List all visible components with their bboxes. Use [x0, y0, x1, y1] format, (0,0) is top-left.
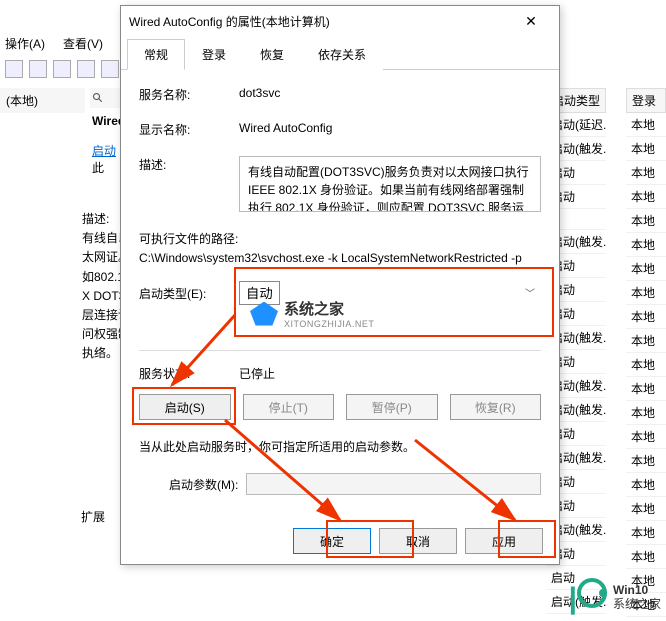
properties-dialog: Wired AutoConfig 的属性(本地计算机) ✕ 常规 登录 恢复 依…	[120, 5, 560, 565]
toolbar-icon[interactable]	[53, 60, 71, 78]
service-status-label: 服务状态:	[139, 365, 239, 382]
start-param-label: 启动参数(M):	[169, 476, 238, 493]
table-row[interactable]: 本地	[626, 257, 666, 281]
startup-type-label: 启动类型(E):	[139, 285, 239, 302]
apply-button[interactable]: 应用	[465, 528, 543, 554]
description-label: 描述:	[139, 156, 239, 212]
table-row[interactable]: 本地	[626, 401, 666, 425]
table-row[interactable]: 本地	[626, 233, 666, 257]
close-icon[interactable]: ✕	[511, 7, 551, 35]
service-name: dot3svc	[239, 86, 541, 103]
table-row[interactable]: 本地	[626, 521, 666, 545]
table-row[interactable]: 本地	[626, 377, 666, 401]
table-row[interactable]: 本地	[626, 473, 666, 497]
mid-panel: (本地) Wired 启动此	[90, 88, 120, 182]
tab-general[interactable]: 常规	[127, 39, 185, 70]
toolbar-icon[interactable]	[77, 60, 95, 78]
left-panel: (本地)	[0, 88, 85, 113]
pause-button: 暂停(P)	[346, 394, 438, 420]
menu-view[interactable]: 查看(V)	[63, 35, 103, 52]
left-panel-header: (本地)	[0, 88, 85, 113]
dialog-title: Wired AutoConfig 的属性(本地计算机)	[129, 13, 330, 30]
service-status: 已停止	[239, 365, 275, 382]
tab-logon[interactable]: 登录	[185, 39, 243, 70]
toolbar-icon[interactable]	[5, 60, 23, 78]
hint-text: 当从此处启动服务时，你可指定所适用的启动参数。	[139, 438, 541, 455]
ok-button[interactable]: 确定	[293, 528, 371, 554]
service-name-label: 服务名称:	[139, 86, 239, 103]
description-textarea[interactable]: 有线自动配置(DOT3SVC)服务负责对以太网接口执行 IEEE 802.1X …	[239, 156, 541, 212]
table-row[interactable]: 本地	[626, 137, 666, 161]
table-row[interactable]: 本地	[626, 425, 666, 449]
tab-recovery[interactable]: 恢复	[243, 39, 301, 70]
table-row[interactable]: 本地	[626, 209, 666, 233]
toolbar-icon[interactable]	[101, 60, 119, 78]
table-row[interactable]: 本地	[626, 113, 666, 137]
search-icon	[92, 92, 104, 104]
menu-action[interactable]: 操作(A)	[5, 35, 45, 52]
start-param-input	[246, 473, 541, 495]
table-row[interactable]: 本地	[626, 353, 666, 377]
service-title-truncated: Wired	[92, 114, 118, 128]
table-row[interactable]: 本地	[626, 449, 666, 473]
resume-button: 恢复(R)	[450, 394, 542, 420]
exe-path-label: 可执行文件的路径:	[139, 230, 541, 247]
display-name: Wired AutoConfig	[239, 121, 541, 138]
table-row[interactable]: 本地	[626, 281, 666, 305]
table-row[interactable]: 本地	[626, 185, 666, 209]
start-link[interactable]: 启动	[92, 144, 116, 158]
toolbar-icon[interactable]	[29, 60, 47, 78]
tab-dependencies[interactable]: 依存关系	[301, 39, 383, 70]
display-name-label: 显示名称:	[139, 121, 239, 138]
col-logon[interactable]: 登录	[626, 88, 666, 113]
table-row[interactable]: 本地	[626, 545, 666, 569]
mid-panel-header: (本地)	[90, 88, 120, 108]
separator	[139, 350, 541, 351]
table-row[interactable]: 本地	[626, 161, 666, 185]
watermark-corner: | Win10 系统之家	[569, 578, 661, 616]
tab-strip: 常规 登录 恢复 依存关系	[121, 38, 559, 70]
expand-tab[interactable]: 扩展	[75, 502, 111, 531]
menubar: 操作(A) 查看(V)	[5, 35, 103, 52]
exe-path: C:\Windows\system32\svchost.exe -k Local…	[139, 251, 541, 265]
table-row[interactable]: 本地	[626, 305, 666, 329]
cancel-button[interactable]: 取消	[379, 528, 457, 554]
table-row[interactable]: 本地	[626, 497, 666, 521]
dialog-titlebar: Wired AutoConfig 的属性(本地计算机) ✕	[121, 6, 559, 36]
start-button[interactable]: 启动(S)	[139, 394, 231, 420]
startup-type-select[interactable]: 自动	[239, 281, 280, 305]
stop-button: 停止(T)	[243, 394, 335, 420]
table-row[interactable]: 本地	[626, 329, 666, 353]
toolbar	[5, 60, 119, 78]
